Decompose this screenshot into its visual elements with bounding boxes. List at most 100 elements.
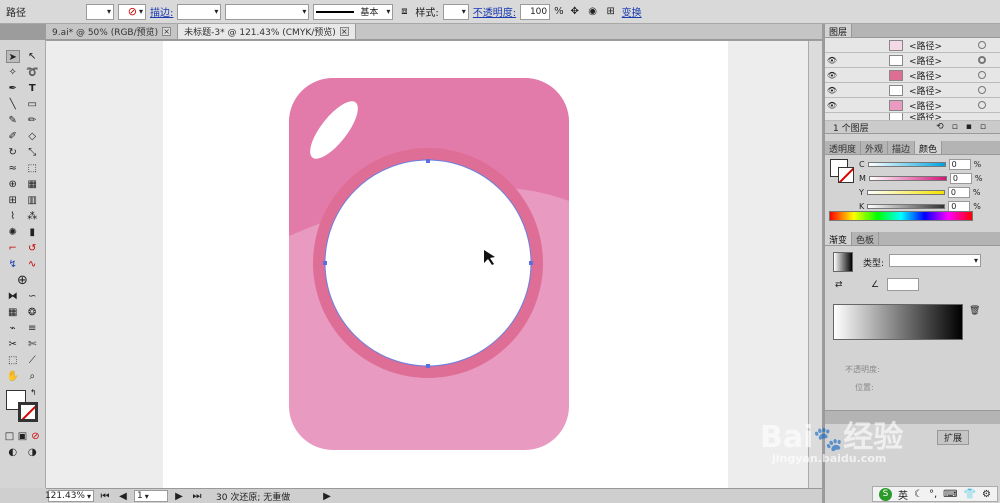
- knife-icon[interactable]: ✂: [6, 338, 20, 351]
- draw-normal-icon[interactable]: ◐: [6, 446, 20, 459]
- eye-icon[interactable]: 👁: [825, 71, 839, 80]
- gradient-tool-icon[interactable]: ▥: [25, 194, 39, 207]
- color-stroke-swatch[interactable]: [838, 167, 854, 183]
- eyedropper-icon[interactable]: ⌇: [6, 210, 20, 223]
- mesh-tool-icon[interactable]: ⊞: [6, 194, 20, 207]
- grid-icon[interactable]: ▦: [6, 306, 20, 319]
- close-icon[interactable]: ×: [162, 27, 172, 36]
- angle-input[interactable]: [887, 278, 919, 291]
- pencil-icon[interactable]: ✏: [25, 114, 39, 127]
- prev-page-icon[interactable]: ◀: [116, 490, 130, 503]
- gradient-slider[interactable]: [833, 304, 963, 340]
- blend-tool-icon[interactable]: ⁂: [25, 210, 39, 223]
- channel-bar[interactable]: [866, 189, 945, 195]
- expand-button[interactable]: 扩展: [937, 430, 970, 445]
- tab-swatches[interactable]: 色板: [852, 232, 880, 246]
- fill-stroke-widget[interactable]: ↰: [0, 388, 45, 428]
- target-icon[interactable]: [978, 41, 986, 49]
- color-mode-icon[interactable]: □: [3, 430, 16, 443]
- anchor-point[interactable]: [426, 159, 430, 163]
- channel-value[interactable]: 0: [947, 186, 970, 198]
- layer-actions-icon[interactable]: ⟲▫▪▫: [936, 122, 994, 132]
- free-transform-icon[interactable]: ⬚: [25, 162, 39, 175]
- artboard[interactable]: [163, 41, 728, 488]
- isolate-icon[interactable]: ◉: [586, 5, 600, 18]
- ime-keyboard-icon[interactable]: ⌨: [943, 489, 957, 500]
- stroke-swatch-dropdown[interactable]: ⊘: [118, 3, 146, 20]
- opacity-input[interactable]: 100: [520, 3, 551, 20]
- perspective-grid-icon[interactable]: ▦: [25, 178, 39, 191]
- channel-bar[interactable]: [867, 203, 946, 209]
- doc-tab-0[interactable]: 9.ai* @ 50% (RGB/预览) ×: [46, 24, 179, 39]
- tab-color[interactable]: 颜色: [915, 141, 943, 155]
- next-page-icon[interactable]: ▶: [172, 490, 186, 503]
- smooth-tool-icon[interactable]: ∿: [25, 258, 39, 271]
- lens-selected[interactable]: [324, 159, 532, 367]
- zoom-tool-icon[interactable]: ⌕: [25, 370, 39, 383]
- stroke-swatch[interactable]: [18, 402, 38, 422]
- variable-width-dropdown[interactable]: [225, 3, 310, 20]
- reverse-gradient-icon[interactable]: ⇄: [835, 280, 843, 290]
- spectrum-bar[interactable]: [829, 211, 973, 221]
- tab-transparency[interactable]: 透明度: [825, 141, 862, 155]
- gradient-preview[interactable]: [833, 252, 853, 272]
- artboard-tool-icon[interactable]: ⌐: [6, 242, 20, 255]
- crosshair-icon[interactable]: ⊕: [16, 274, 30, 287]
- fill-swatch-dropdown[interactable]: [86, 3, 114, 20]
- ime-settings-icon[interactable]: ⚙: [982, 489, 991, 500]
- layer-row[interactable]: 👁 <路径>: [825, 53, 1000, 68]
- symbol-sprayer-icon[interactable]: ✺: [6, 226, 20, 239]
- zoom-dropdown[interactable]: 121.43%: [45, 490, 94, 502]
- line-tool-icon[interactable]: ╲: [6, 98, 20, 111]
- layer-row[interactable]: 👁 <路径>: [825, 68, 1000, 83]
- ime-mode[interactable]: 英: [898, 487, 908, 502]
- target-icon[interactable]: [978, 86, 986, 94]
- anchor-point[interactable]: [529, 261, 533, 265]
- style-dropdown[interactable]: [442, 3, 469, 20]
- target-icon[interactable]: [978, 101, 986, 109]
- direct-selection-tool-icon[interactable]: ↖: [25, 50, 39, 63]
- tab-layers[interactable]: 图层: [825, 24, 853, 38]
- channel-bar[interactable]: [867, 161, 946, 167]
- stroke-weight-input[interactable]: [177, 3, 222, 20]
- gradient-mode-icon[interactable]: ▣: [16, 430, 29, 443]
- shape-builder-icon[interactable]: ⊕: [6, 178, 20, 191]
- rectangle-tool-icon[interactable]: ▭: [25, 98, 39, 111]
- arrange-icon[interactable]: ⧈: [397, 5, 411, 18]
- channel-value[interactable]: 0: [948, 158, 971, 170]
- lasso-icon[interactable]: ➰: [25, 66, 39, 79]
- selection-tool-icon[interactable]: ➤: [5, 49, 20, 63]
- tab-stroke[interactable]: 描边: [888, 141, 916, 155]
- ime-logo-icon[interactable]: S: [879, 487, 892, 501]
- channel-value[interactable]: 0: [949, 172, 972, 184]
- canvas-area[interactable]: [46, 41, 808, 488]
- recolor-icon[interactable]: ✥: [568, 5, 582, 18]
- width-tool-icon[interactable]: ≈: [6, 162, 20, 175]
- align-icon[interactable]: ⊞: [604, 5, 618, 18]
- yellow-slider[interactable]: Y 0%: [825, 185, 1000, 199]
- column-graph-icon[interactable]: ▮: [25, 226, 39, 239]
- magic-wand-icon[interactable]: ✧: [6, 66, 20, 79]
- anchor-tool-icon[interactable]: ↯: [6, 258, 20, 271]
- channel-bar[interactable]: [868, 175, 947, 181]
- slice-tool-icon[interactable]: ↺: [25, 242, 39, 255]
- target-icon[interactable]: [978, 71, 986, 79]
- ime-toolbar[interactable]: S 英 ☾ °, ⌨ 👕 ⚙: [872, 486, 999, 502]
- warp-icon[interactable]: ∽: [25, 290, 39, 303]
- tab-gradient[interactable]: 渐变: [825, 232, 853, 246]
- gradient-type-dropdown[interactable]: [889, 254, 981, 267]
- status-menu-icon[interactable]: ▶: [320, 490, 334, 503]
- rotate-tool-icon[interactable]: ↻: [6, 146, 20, 159]
- last-page-icon[interactable]: ⏭: [190, 490, 204, 503]
- type-tool-icon[interactable]: T: [25, 82, 39, 95]
- pen-tool-icon[interactable]: ✒: [6, 82, 20, 95]
- swap-icon[interactable]: ↰: [30, 388, 37, 397]
- graph-icon[interactable]: ⌁: [6, 322, 20, 335]
- measure-icon[interactable]: ⟋: [25, 354, 39, 367]
- anchor-point[interactable]: [323, 261, 327, 265]
- scale-tool-icon[interactable]: ⤡: [25, 146, 39, 159]
- channel-value[interactable]: 0: [948, 200, 971, 212]
- close-icon[interactable]: ×: [339, 27, 349, 36]
- tab-appearance[interactable]: 外观: [861, 141, 889, 155]
- transform-link[interactable]: 变换: [622, 4, 642, 19]
